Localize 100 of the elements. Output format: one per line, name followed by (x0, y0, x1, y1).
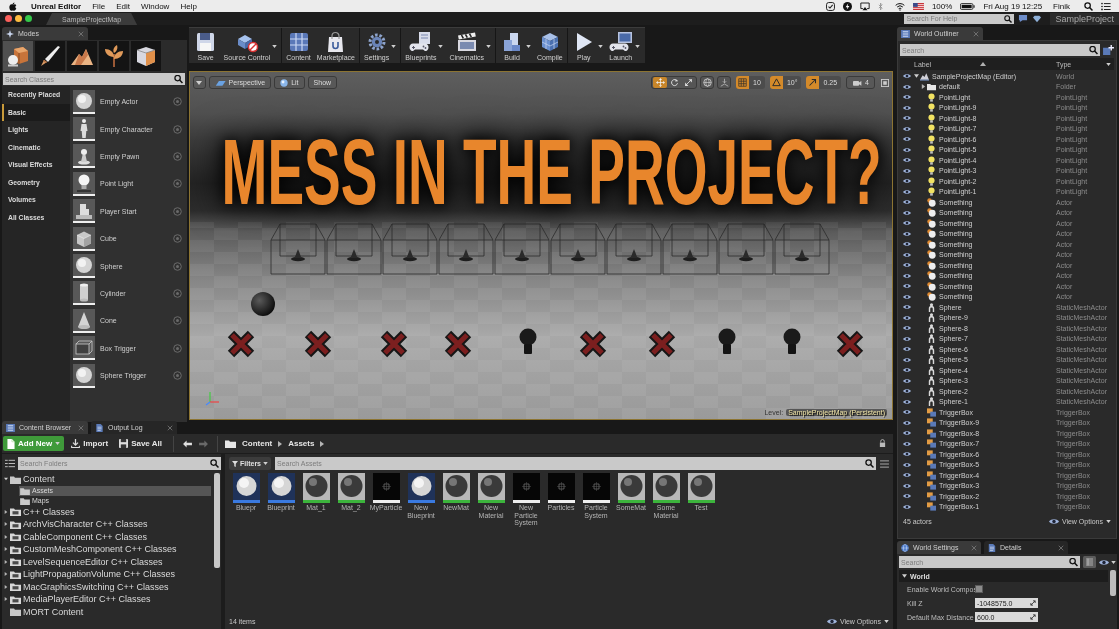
back-arrow-icon[interactable] (182, 439, 192, 448)
eye-icon[interactable] (903, 146, 911, 153)
grid-view-icon[interactable] (1083, 556, 1096, 568)
add-new-button[interactable]: Add New (3, 436, 65, 451)
caret-icon[interactable] (4, 559, 8, 564)
folder-item[interactable]: LevelSequenceEditor C++ Classes (9, 555, 211, 568)
eye-icon[interactable] (903, 209, 911, 216)
caret-icon[interactable] (320, 440, 325, 447)
eye-icon[interactable] (903, 262, 911, 269)
folder-item[interactable]: LightPropagationVolume C++ Classes (9, 568, 211, 581)
search-icon[interactable] (863, 457, 876, 470)
menu-item[interactable]: Edit (116, 1, 130, 11)
eye-icon[interactable] (903, 356, 911, 363)
close-icon[interactable] (1058, 544, 1064, 551)
chat-bubble-icon[interactable] (1018, 14, 1029, 23)
eye-icon[interactable] (903, 73, 911, 80)
eye-icon[interactable] (903, 325, 911, 332)
folder-item[interactable]: MORT Content (9, 605, 211, 618)
eye-icon[interactable] (903, 388, 911, 395)
eye-icon[interactable] (903, 167, 911, 174)
surface-snap-button[interactable] (717, 76, 732, 89)
eye-icon[interactable] (903, 230, 911, 237)
viewport-menu-button[interactable] (192, 76, 206, 89)
add-icon[interactable] (1103, 45, 1114, 55)
eye-icon[interactable] (903, 398, 911, 405)
search-icon[interactable] (1087, 44, 1100, 56)
checkbox[interactable] (975, 585, 983, 593)
folder-item[interactable]: C++ Classes (9, 505, 211, 518)
maximize-icon[interactable] (881, 78, 889, 87)
apple-icon[interactable] (9, 1, 17, 11)
eye-icon[interactable] (903, 157, 911, 164)
caret-icon[interactable] (914, 74, 919, 79)
mode-tab[interactable] (67, 41, 97, 71)
eye-icon[interactable] (903, 367, 911, 374)
menu-item[interactable]: Help (180, 1, 197, 11)
visibility-menu-button[interactable] (1099, 558, 1116, 566)
flag-icon[interactable] (912, 2, 924, 10)
eye-icon[interactable] (903, 335, 911, 342)
folder-item[interactable]: CustomMeshComponent C++ Classes (9, 543, 211, 556)
eye-icon[interactable] (903, 94, 911, 101)
list-icon[interactable] (1101, 1, 1111, 11)
folder-item[interactable]: CableComponent C++ Classes (9, 530, 211, 543)
mode-tab[interactable] (3, 41, 33, 71)
eye-icon[interactable] (903, 136, 911, 143)
transform-tool-button[interactable] (653, 77, 668, 88)
snap-toggle[interactable] (769, 76, 783, 89)
eye-icon[interactable] (903, 304, 911, 311)
folder-item[interactable]: MacGraphicsSwitching C++ Classes (9, 580, 211, 593)
folder-item[interactable]: Content (9, 473, 211, 486)
caret-icon[interactable] (4, 509, 8, 514)
eye-icon[interactable] (903, 461, 911, 468)
search-icon[interactable] (208, 457, 221, 470)
world-space-button[interactable] (700, 76, 715, 89)
resize-arrow-icon[interactable] (1028, 598, 1038, 608)
eye-icon[interactable] (903, 409, 911, 416)
caret-icon[interactable] (4, 572, 8, 577)
eye-icon[interactable] (903, 451, 911, 458)
zoom-window-button[interactable] (25, 15, 32, 22)
caret-icon[interactable] (4, 534, 8, 539)
mode-tab[interactable] (35, 41, 65, 71)
folder-item[interactable]: ArchVisCharacter C++ Classes (9, 518, 211, 531)
eye-icon[interactable] (903, 293, 911, 300)
airplay-icon[interactable] (859, 1, 870, 11)
snap-toggle[interactable] (806, 76, 820, 89)
battery-icon[interactable] (960, 2, 976, 10)
caret-icon[interactable] (278, 440, 283, 447)
eye-icon[interactable] (903, 83, 911, 90)
menu-item[interactable]: Window (140, 1, 170, 11)
user-name[interactable]: Finik (1053, 1, 1070, 11)
eye-icon[interactable] (903, 199, 911, 206)
eye-icon[interactable] (903, 104, 911, 111)
eye-icon[interactable] (903, 251, 911, 258)
eye-icon[interactable] (903, 241, 911, 248)
eye-icon[interactable] (903, 283, 911, 290)
eye-icon[interactable] (903, 188, 911, 195)
checkmark-icon[interactable] (825, 1, 835, 11)
caret-icon[interactable] (4, 597, 8, 602)
search-icon[interactable] (1067, 556, 1080, 568)
resize-arrow-icon[interactable] (1028, 612, 1038, 622)
eye-icon[interactable] (903, 346, 911, 353)
folder-item[interactable]: MediaPlayerEditor C++ Classes (9, 593, 211, 606)
eye-icon[interactable] (903, 430, 911, 437)
scrollbar-thumb[interactable] (1110, 570, 1116, 596)
diamond-icon[interactable] (1032, 14, 1043, 23)
caret-icon[interactable] (4, 522, 8, 527)
eye-icon[interactable] (903, 472, 911, 479)
app-menu[interactable]: Unreal Editor (31, 1, 82, 11)
menu-item[interactable]: File (92, 1, 106, 11)
eye-icon[interactable] (903, 419, 911, 426)
list-icon[interactable] (5, 459, 15, 468)
eye-icon[interactable] (903, 272, 911, 279)
lock-icon[interactable] (879, 439, 886, 448)
caret-icon[interactable] (1106, 62, 1111, 66)
wifi-icon[interactable] (894, 1, 905, 11)
caret-icon[interactable] (4, 477, 8, 482)
scrollbar-thumb[interactable] (214, 473, 220, 568)
search-icon[interactable] (1084, 1, 1093, 11)
close-window-button[interactable] (5, 15, 12, 22)
eye-icon[interactable] (903, 482, 911, 489)
search-icon[interactable] (1002, 13, 1015, 24)
